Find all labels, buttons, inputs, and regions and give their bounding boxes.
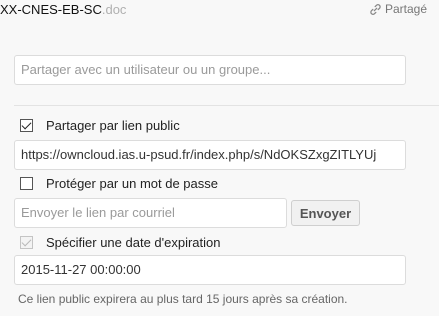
password-checkbox[interactable] xyxy=(20,176,33,190)
password-label: Protéger par un mot de passe xyxy=(46,175,218,191)
public-link-checkbox[interactable] xyxy=(20,118,33,132)
send-button[interactable]: Envoyer xyxy=(291,200,360,226)
expiration-checkbox xyxy=(20,235,33,249)
file-header: XX-CNES-EB-SC.doc Partagé xyxy=(0,0,439,22)
expiration-option: Spécifier une date d'expiration xyxy=(20,233,220,251)
file-extension: .doc xyxy=(101,2,127,17)
shared-indicator[interactable]: Partagé xyxy=(369,2,427,16)
share-with-input[interactable]: Partager avec un utilisateur ou un group… xyxy=(14,55,406,85)
file-name: XX-CNES-EB-SC xyxy=(0,2,102,17)
expiration-date-field[interactable]: 2015-11-27 00:00:00 xyxy=(14,255,406,285)
public-link-url-field[interactable]: https://owncloud.ias.u-psud.fr/index.php… xyxy=(14,140,406,170)
password-option[interactable]: Protéger par un mot de passe xyxy=(20,174,218,192)
expiration-note: Ce lien public expirera au plus tard 15 … xyxy=(18,292,348,306)
public-link-label: Partager par lien public xyxy=(46,117,180,133)
divider xyxy=(14,105,439,106)
sharing-panel: XX-CNES-EB-SC.doc Partagé Partager avec … xyxy=(0,0,439,316)
expiration-label: Spécifier une date d'expiration xyxy=(46,234,221,250)
file-title: XX-CNES-EB-SC.doc xyxy=(0,2,126,17)
link-icon xyxy=(369,3,382,16)
email-input[interactable]: Envoyer le lien par courriel xyxy=(14,198,287,228)
public-link-option[interactable]: Partager par lien public xyxy=(20,116,180,134)
shared-label: Partagé xyxy=(384,2,427,16)
